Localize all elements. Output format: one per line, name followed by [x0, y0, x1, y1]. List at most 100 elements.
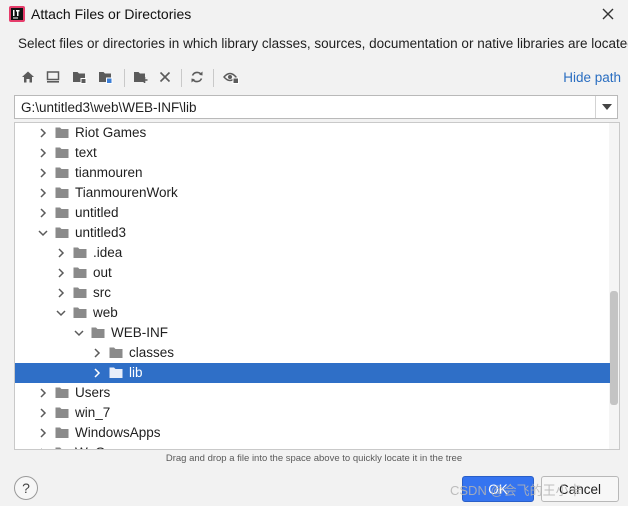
chevron-right-icon[interactable] — [91, 367, 103, 379]
tree-row-label: Users — [75, 385, 111, 400]
tree-row-label: .idea — [93, 245, 123, 260]
dialog-description: Select files or directories in which lib… — [18, 36, 628, 51]
folder-icon — [55, 167, 69, 178]
folder-icon — [55, 187, 69, 198]
tree-row[interactable]: .idea — [15, 243, 610, 263]
tree-row-label: untitled3 — [75, 225, 127, 240]
chevron-down-icon — [601, 104, 612, 110]
tree-row-label: WEB-INF — [111, 325, 168, 340]
delete-button[interactable] — [154, 66, 176, 88]
folder-icon — [55, 207, 69, 218]
tree-row[interactable]: web — [15, 303, 610, 323]
chevron-right-icon[interactable] — [37, 207, 49, 219]
folder-icon — [73, 267, 87, 278]
tree-row[interactable]: classes — [15, 343, 610, 363]
tree-row[interactable]: src — [15, 283, 610, 303]
folder-icon — [55, 447, 69, 449]
tree-scrollbar-thumb[interactable] — [610, 291, 618, 405]
tree-row[interactable]: Riot Games — [15, 123, 610, 143]
tree-row-label: out — [93, 265, 112, 280]
tree-row-label: WeGame — [75, 445, 132, 449]
tree-row-label: WindowsApps — [75, 425, 161, 440]
chevron-right-icon[interactable] — [37, 447, 49, 450]
folder-icon — [73, 287, 87, 298]
intellij-app-icon — [9, 6, 25, 22]
tree-row-label: TianmourenWork — [75, 185, 178, 200]
tree-row-label: lib — [129, 365, 143, 380]
chevron-right-icon[interactable] — [91, 347, 103, 359]
tree-row[interactable]: text — [15, 143, 610, 163]
chevron-right-icon[interactable] — [55, 267, 67, 279]
show-hidden-button[interactable] — [220, 66, 242, 88]
tree-row-label: text — [75, 145, 97, 160]
chevron-right-icon[interactable] — [37, 187, 49, 199]
chevron-right-icon[interactable] — [37, 167, 49, 179]
new-folder-button[interactable] — [129, 66, 151, 88]
path-dropdown-button[interactable] — [595, 96, 617, 118]
tree-row[interactable]: untitled — [15, 203, 610, 223]
tree-row[interactable]: Users — [15, 383, 610, 403]
title-bar: Attach Files or Directories — [0, 0, 628, 30]
folder-icon — [55, 427, 69, 438]
drag-drop-hint: Drag and drop a file into the space abov… — [165, 453, 463, 464]
folder-icon — [55, 227, 69, 238]
tree-row-label: Riot Games — [75, 125, 147, 140]
home-button[interactable] — [17, 66, 39, 88]
folder-icon — [91, 327, 105, 338]
folder-icon — [109, 347, 123, 358]
chevron-right-icon[interactable] — [37, 427, 49, 439]
chevron-down-icon[interactable] — [55, 307, 67, 319]
toolbar-separator — [124, 69, 125, 87]
tree-scrollbar[interactable] — [609, 123, 619, 449]
tree-row-label: win_7 — [75, 405, 111, 420]
toolbar-separator — [181, 69, 182, 87]
desktop-icon — [46, 71, 60, 83]
tree-row-label: web — [93, 305, 118, 320]
refresh-icon — [191, 71, 203, 83]
tree-row-label: src — [93, 285, 111, 300]
tree-row[interactable]: WEB-INF — [15, 323, 610, 343]
show-hidden-icon — [223, 72, 239, 84]
hide-path-link[interactable]: Hide path — [563, 70, 621, 85]
home-icon — [22, 71, 34, 83]
folder-icon — [55, 387, 69, 398]
close-icon[interactable] — [600, 6, 616, 22]
path-input[interactable] — [15, 96, 593, 118]
file-tree[interactable]: Riot Games text tianmouren TianmourenWork un… — [14, 122, 620, 450]
folder-icon — [55, 407, 69, 418]
project-folder-button[interactable] — [68, 66, 90, 88]
desktop-button[interactable] — [42, 66, 64, 88]
project-folder-icon — [72, 72, 86, 84]
module-folder-button[interactable] — [94, 66, 116, 88]
tree-row[interactable]: untitled3 — [15, 223, 610, 243]
chevron-right-icon[interactable] — [37, 127, 49, 139]
delete-icon — [159, 71, 171, 83]
tree-row-label: tianmouren — [75, 165, 143, 180]
tree-row[interactable]: win_7 — [15, 403, 610, 423]
tree-row-label: classes — [129, 345, 175, 360]
folder-icon — [109, 367, 123, 378]
folder-icon — [55, 127, 69, 138]
tree-row[interactable]: WeGame — [15, 443, 610, 450]
toolbar-separator — [213, 69, 214, 87]
chevron-right-icon[interactable] — [55, 247, 67, 259]
tree-row[interactable]: tianmouren — [15, 163, 610, 183]
chevron-right-icon[interactable] — [37, 407, 49, 419]
toolbar — [13, 66, 613, 90]
help-button[interactable]: ? — [14, 476, 38, 500]
folder-icon — [55, 147, 69, 158]
folder-icon — [73, 307, 87, 318]
tree-row[interactable]: WindowsApps — [15, 423, 610, 443]
refresh-button[interactable] — [186, 66, 208, 88]
tree-row[interactable]: out — [15, 263, 610, 283]
module-folder-icon — [98, 72, 112, 84]
tree-row-label: untitled — [75, 205, 119, 220]
tree-row[interactable]: TianmourenWork — [15, 183, 610, 203]
chevron-down-icon[interactable] — [37, 227, 49, 239]
chevron-right-icon[interactable] — [37, 387, 49, 399]
chevron-down-icon[interactable] — [73, 327, 85, 339]
chevron-right-icon[interactable] — [37, 147, 49, 159]
chevron-right-icon[interactable] — [55, 287, 67, 299]
folder-icon — [73, 247, 87, 258]
tree-row[interactable]: lib — [15, 363, 610, 383]
